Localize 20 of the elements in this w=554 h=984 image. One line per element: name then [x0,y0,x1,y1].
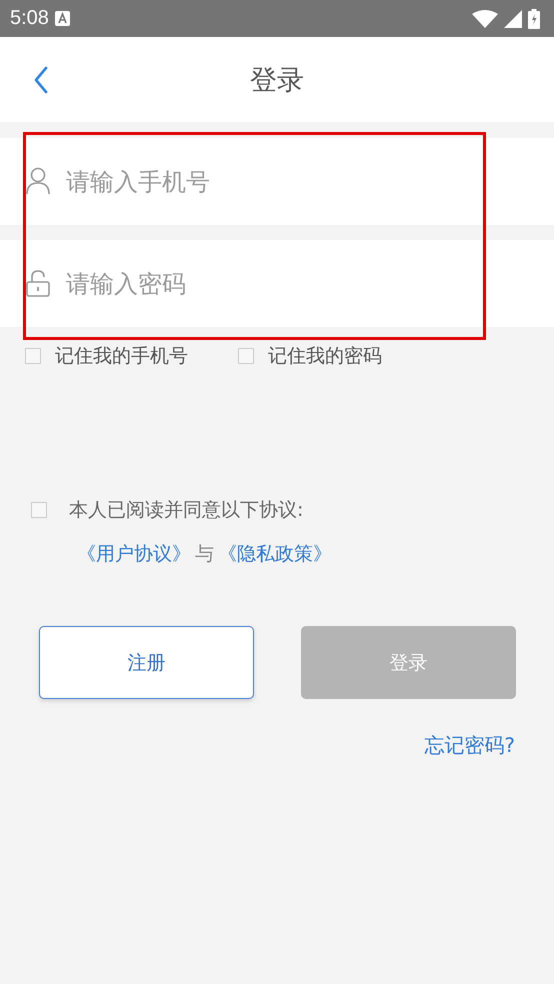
checkbox[interactable] [238,348,254,364]
checkbox-label: 记住我的密码 [268,344,382,369]
conjunction-text: 与 [195,542,214,567]
policy-link[interactable]: 《隐私政策》 [218,541,332,567]
agreement-text: 本人已阅读并同意以下协议: [69,498,304,523]
checkbox[interactable] [31,502,47,518]
forgot-password-link[interactable]: 忘记密码? [424,732,515,759]
signal-icon [504,10,522,28]
battery-icon [528,8,540,28]
policy-link[interactable]: 《用户协议》 [77,541,191,567]
back-icon[interactable] [34,66,48,94]
page-title: 登录 [249,64,305,98]
register-button[interactable]: 注册 [39,626,254,699]
wifi-icon [472,10,498,28]
checkbox[interactable] [25,348,41,364]
status-time: 5:08 [10,7,49,30]
checkbox-label: 记住我的手机号 [55,344,188,369]
keyboard-icon [54,11,70,26]
input-field[interactable]: 请输入密码 [0,240,554,327]
input-field[interactable]: 请输入手机号 [0,138,554,225]
